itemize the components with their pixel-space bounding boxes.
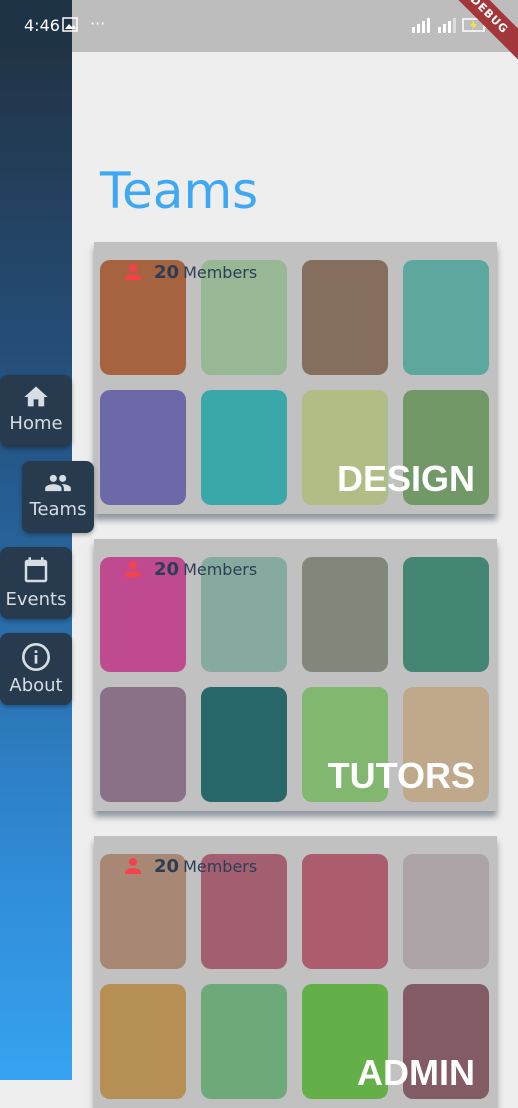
members-number: 20	[154, 855, 180, 877]
member-tile	[201, 984, 287, 1099]
team-name: ADMIN	[357, 1052, 475, 1093]
team-name: TUTORS	[327, 755, 475, 796]
member-tile	[403, 260, 489, 375]
calendar-icon	[24, 557, 48, 583]
member-tile	[403, 854, 489, 969]
nav-events[interactable]: Events	[0, 547, 72, 619]
members-label: Members	[183, 856, 258, 876]
nav-events-label: Events	[5, 589, 67, 610]
member-tile	[302, 557, 388, 672]
team-card-tutors[interactable]: 20 Members TUTORS	[94, 539, 497, 811]
members-count: 20 Members	[120, 260, 257, 284]
members-label: Members	[183, 262, 258, 282]
nav-about-label: About	[9, 675, 63, 696]
nav-home-label: Home	[9, 413, 63, 434]
team-card-design[interactable]: 20 Members DESIGN	[94, 242, 497, 514]
person-icon	[125, 561, 141, 577]
cell-signal-icon	[412, 18, 430, 33]
member-tile	[403, 557, 489, 672]
members-count: 20 Members	[120, 557, 257, 581]
member-tile	[302, 854, 388, 969]
members-number: 20	[154, 558, 180, 580]
team-card-admin[interactable]: 20 Members ADMIN	[94, 836, 497, 1108]
member-tile	[100, 984, 186, 1099]
home-icon	[24, 386, 48, 407]
more-notifications-icon: ···	[90, 14, 106, 33]
image-notification-icon	[62, 17, 78, 32]
members-label: Members	[183, 559, 258, 579]
info-icon	[22, 643, 50, 671]
nav-home[interactable]: Home	[0, 375, 72, 447]
people-icon	[45, 474, 71, 492]
member-tile	[201, 687, 287, 802]
member-tile	[201, 390, 287, 505]
nav-teams[interactable]: Teams	[22, 461, 94, 533]
team-name: DESIGN	[336, 458, 475, 499]
nav-about[interactable]: About	[0, 633, 72, 705]
nav-teams-label: Teams	[29, 499, 87, 520]
person-icon	[125, 264, 141, 280]
person-icon	[125, 858, 141, 874]
members-number: 20	[154, 261, 180, 283]
cell-signal-icon-2	[438, 18, 456, 33]
status-time: 4:46	[24, 16, 60, 35]
members-count: 20 Members	[120, 854, 257, 878]
member-tile	[302, 260, 388, 375]
page-title: Teams	[100, 162, 259, 220]
member-tile	[100, 687, 186, 802]
member-tile	[100, 390, 186, 505]
